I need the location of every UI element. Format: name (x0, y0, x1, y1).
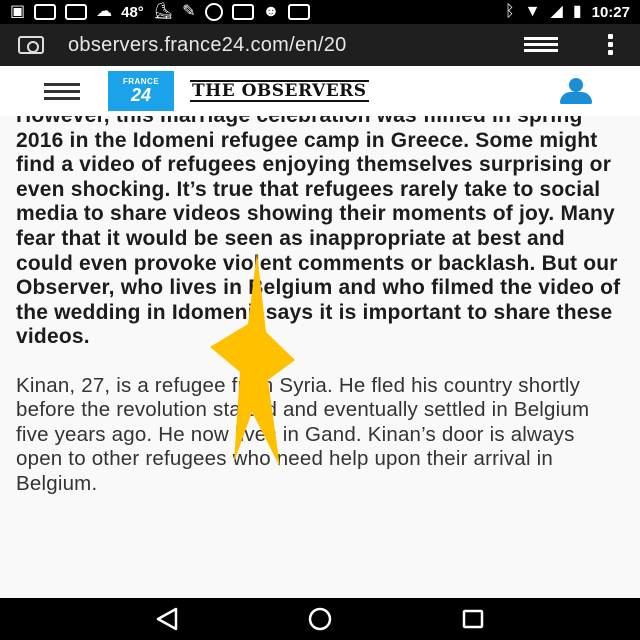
bluetooth-icon: ᛒ (505, 3, 515, 20)
user-account-icon[interactable] (556, 78, 596, 104)
chat-icon: ▣ (10, 3, 26, 20)
weather-icon: ☁ (96, 3, 113, 20)
site-header: FRANCE 24 THE OBSERVERS (0, 66, 640, 116)
home-icon[interactable] (300, 604, 340, 634)
signal-icon: ◢ (550, 3, 563, 20)
cat-icon: ☻ (262, 3, 280, 20)
facebook-icon (34, 4, 57, 20)
wrench-icon: ✎ (182, 3, 196, 20)
lead-paragraph: However, this marriage celebration was f… (16, 116, 621, 349)
facebook-icon (65, 4, 88, 20)
hamburger-menu-icon[interactable] (44, 82, 80, 100)
url-field[interactable]: observers.france24.com/en/20 (68, 34, 468, 57)
france24-logo[interactable]: FRANCE 24 (108, 71, 174, 111)
system-icons: ᛒ ▼ ◢ ▮ 10:27 (505, 4, 630, 21)
controller-icon (231, 4, 254, 20)
browser-url-bar: observers.france24.com/en/20 (0, 24, 640, 66)
wifi-icon: ▼ (524, 3, 541, 20)
article-content: However, this marriage celebration was f… (0, 116, 640, 598)
temperature-text: 48° (121, 3, 144, 21)
back-icon[interactable] (147, 604, 187, 634)
notification-icons: ▣ ☁ 48° ⛸ ✎ ☻ (10, 3, 311, 21)
recents-icon[interactable] (453, 604, 493, 634)
skate-icon: ⛸ (152, 3, 174, 20)
clock: 10:27 (591, 3, 630, 21)
android-nav-bar (0, 598, 640, 640)
tabs-icon[interactable] (524, 36, 558, 54)
facebook-icon (288, 4, 311, 20)
observers-logo[interactable]: THE OBSERVERS (190, 80, 369, 102)
battery-icon: ▮ (572, 3, 582, 20)
body-paragraph: Kinan, 27, is a refugee from Syria. He f… (16, 373, 590, 495)
status-bar: ▣ ☁ 48° ⛸ ✎ ☻ ᛒ ▼ ◢ ▮ 10:27 (0, 0, 640, 24)
site-info-icon[interactable] (18, 36, 44, 54)
overflow-menu-icon[interactable] (608, 34, 614, 56)
gamepad-icon (204, 3, 223, 21)
